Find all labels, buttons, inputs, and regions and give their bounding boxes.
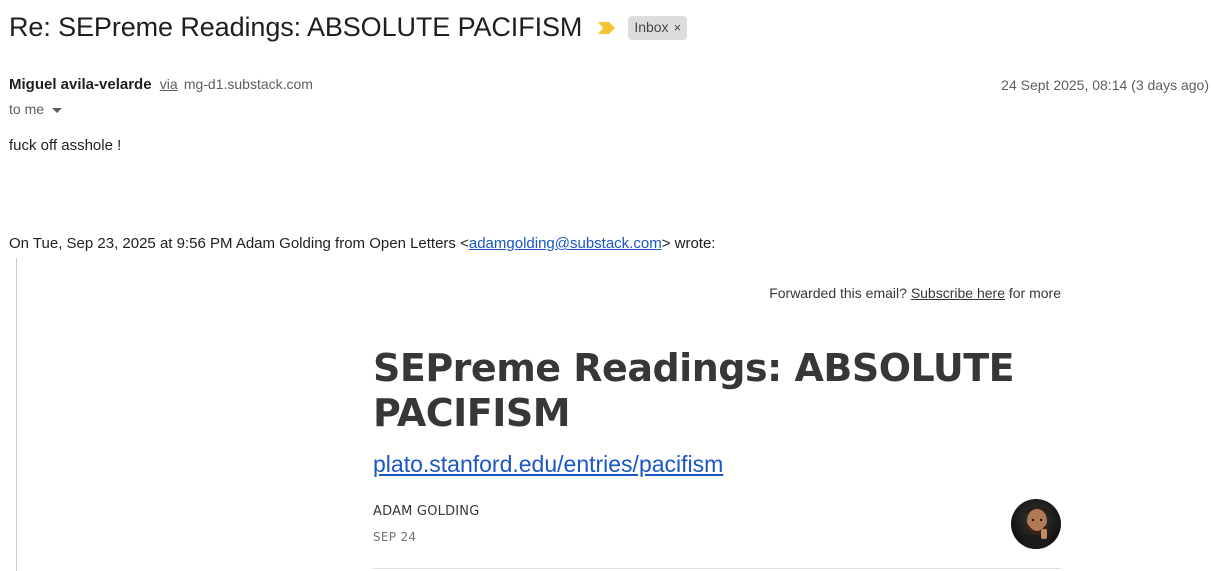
post-header-divider	[373, 568, 1061, 569]
sender-name[interactable]: Miguel avila-velarde	[9, 76, 152, 93]
email-subject: Re: SEPreme Readings: ABSOLUTE PACIFISM	[9, 12, 583, 42]
post-author[interactable]: ADAM GOLDING	[373, 504, 480, 519]
post-date: SEP 24	[373, 530, 417, 544]
quote-header-suffix: > wrote:	[661, 235, 716, 252]
quote-header: On Tue, Sep 23, 2025 at 9:56 PM Adam Gol…	[9, 235, 715, 252]
importance-marker-icon[interactable]	[597, 21, 616, 35]
forwarded-suffix: for more	[1004, 285, 1061, 301]
subject-row: Re: SEPreme Readings: ABSOLUTE PACIFISM …	[9, 12, 688, 43]
recipient-row: to me	[9, 101, 63, 117]
subscribe-link[interactable]: Subscribe here	[911, 285, 1005, 301]
quote-sender-email-link[interactable]: adamgolding@substack.com	[469, 235, 662, 252]
inbox-label-chip[interactable]: Inbox ×	[628, 15, 688, 40]
quote-header-prefix: On Tue, Sep 23, 2025 at 9:56 PM Adam Gol…	[9, 235, 469, 252]
forwarded-prefix: Forwarded this email?	[769, 285, 911, 301]
forwarded-notice: Forwarded this email? Subscribe here for…	[769, 285, 1061, 301]
show-details-caret-icon[interactable]	[52, 107, 63, 113]
label-text: Inbox	[634, 18, 669, 35]
sender-row: Miguel avila-velarde via mg-d1.substack.…	[9, 76, 313, 93]
remove-label-icon[interactable]: ×	[674, 18, 682, 37]
post-title[interactable]: SEPreme Readings: ABSOLUTE PACIFISM	[373, 346, 1073, 436]
post-link[interactable]: plato.stanford.edu/entries/pacifism	[373, 451, 723, 478]
via-domain: mg-d1.substack.com	[183, 76, 313, 92]
author-avatar[interactable]	[1011, 499, 1061, 549]
via-link[interactable]: via	[160, 76, 178, 92]
email-date[interactable]: 24 Sept 2025, 08:14 (3 days ago)	[1001, 77, 1209, 93]
email-view: Re: SEPreme Readings: ABSOLUTE PACIFISM …	[0, 0, 1213, 571]
quote-border	[16, 258, 17, 571]
email-body: fuck off asshole !	[9, 137, 122, 154]
recipient-text: to me	[9, 101, 45, 117]
